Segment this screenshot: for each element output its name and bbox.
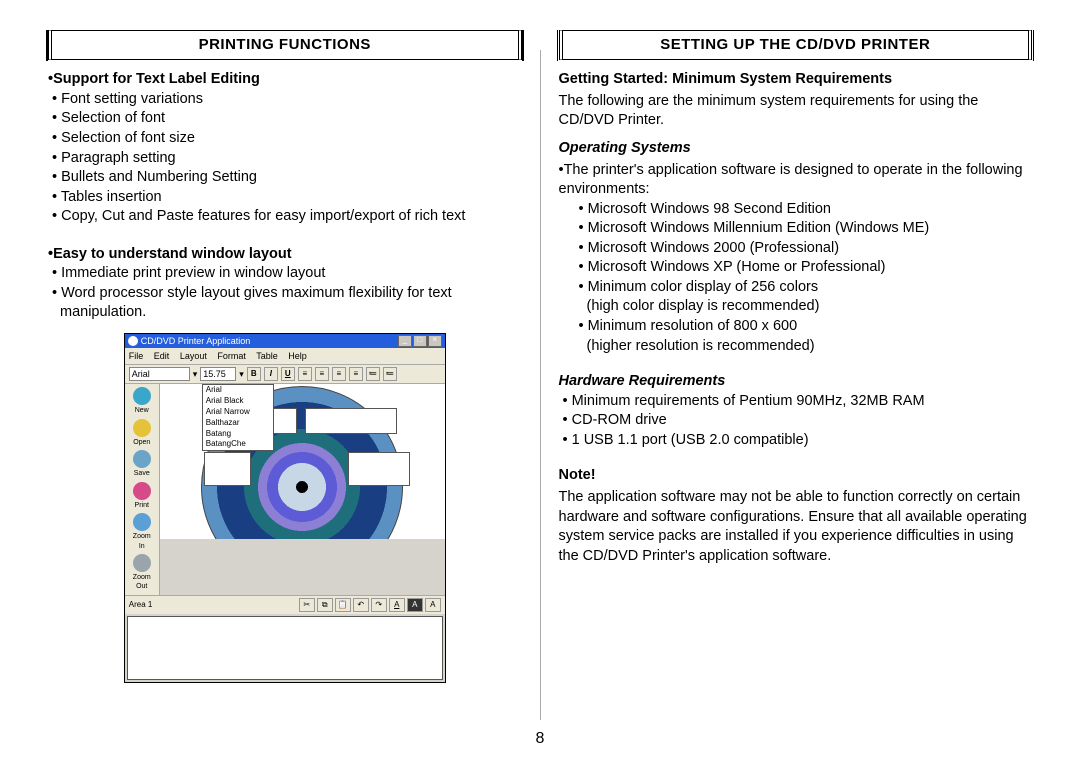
- list-item: • Font setting variations: [48, 90, 522, 110]
- list-item-note: (high color display is recommended): [559, 297, 1033, 317]
- zoom-in-button[interactable]: Zoom In: [130, 513, 154, 551]
- window-layout-head: •Easy to understand window layout: [48, 245, 522, 265]
- align-left-button[interactable]: ≡: [298, 367, 312, 381]
- menu-table[interactable]: Table: [256, 351, 278, 361]
- copy-button[interactable]: ⧉: [317, 598, 333, 612]
- note-head: Note!: [559, 466, 1033, 486]
- bold-button[interactable]: B: [247, 367, 261, 381]
- list-item-note: (higher resolution is recommended): [559, 337, 1033, 357]
- list-item: • Copy, Cut and Paste features for easy …: [48, 207, 522, 227]
- list-item: • Minimum resolution of 800 x 600: [559, 317, 1033, 337]
- app-icon: [128, 336, 138, 346]
- new-button[interactable]: New: [130, 387, 154, 415]
- undo-button[interactable]: ↶: [353, 598, 369, 612]
- menu-help[interactable]: Help: [288, 351, 307, 361]
- titlebar: CD/DVD Printer Application _ □ ×: [125, 334, 445, 348]
- text-label-editing-head: •Support for Text Label Editing: [48, 70, 522, 90]
- list-item: • Microsoft Windows XP (Home or Professi…: [559, 258, 1033, 278]
- operating-systems-head: Operating Systems: [559, 139, 1033, 159]
- list-item: • Microsoft Windows 98 Second Edition: [559, 200, 1033, 220]
- list-item: • Selection of font: [48, 109, 522, 129]
- redo-button[interactable]: ↷: [371, 598, 387, 612]
- list-item: • Selection of font size: [48, 129, 522, 149]
- font-name-select[interactable]: Arial: [129, 367, 190, 381]
- menu-layout[interactable]: Layout: [180, 351, 207, 361]
- menu-file[interactable]: File: [129, 351, 144, 361]
- list-item: • Tables insertion: [48, 188, 522, 208]
- label-text-box[interactable]: [305, 408, 397, 434]
- getting-started-head: Getting Started: Minimum System Requirem…: [559, 70, 1033, 90]
- align-center-button[interactable]: ≡: [315, 367, 329, 381]
- maximize-button[interactable]: □: [413, 335, 427, 347]
- align-right-button[interactable]: ≡: [332, 367, 346, 381]
- list-item: • Minimum color display of 256 colors: [559, 278, 1033, 298]
- font-dropdown-list[interactable]: Arial Arial Black Arial Narrow Balthazar…: [202, 384, 274, 451]
- color-button[interactable]: A: [389, 598, 405, 612]
- list-item: • Word processor style layout gives maxi…: [48, 284, 522, 323]
- right-section-title: SETTING UP THE CD/DVD PRINTER: [559, 30, 1033, 60]
- text-edit-area[interactable]: [127, 616, 443, 680]
- formatting-toolbar: Arial ▾ 15.75 ▾ B I U ≡ ≡ ≡ ≡ ≔ ≔: [125, 365, 445, 384]
- area-label: Area 1: [129, 600, 153, 611]
- zoom-out-button[interactable]: Zoom Out: [130, 554, 154, 592]
- font-size-select[interactable]: 15.75: [200, 367, 236, 381]
- bg-color-button[interactable]: A: [407, 598, 423, 612]
- bottom-toolbar: Area 1 ✂ ⧉ 📋 ↶ ↷ A A A: [125, 595, 445, 614]
- right-column: SETTING UP THE CD/DVD PRINTER Getting St…: [541, 30, 1051, 750]
- os-intro: •The printer's application software is d…: [559, 161, 1033, 200]
- list-item: • Microsoft Windows 2000 (Professional): [559, 239, 1033, 259]
- align-justify-button[interactable]: ≡: [349, 367, 363, 381]
- italic-button[interactable]: I: [264, 367, 278, 381]
- close-button[interactable]: ×: [428, 335, 442, 347]
- minimize-button[interactable]: _: [398, 335, 412, 347]
- label-text-box[interactable]: [204, 452, 251, 486]
- open-button[interactable]: Open: [130, 419, 154, 447]
- menu-format[interactable]: Format: [217, 351, 246, 361]
- list-item: • 1 USB 1.1 port (USB 2.0 compatible): [559, 431, 1033, 451]
- disc-canvas[interactable]: Arial Arial Black Arial Narrow Balthazar…: [160, 384, 445, 539]
- hardware-req-head: Hardware Requirements: [559, 372, 1033, 392]
- menu-edit[interactable]: Edit: [154, 351, 170, 361]
- underline-button[interactable]: U: [281, 367, 295, 381]
- left-section-title: PRINTING FUNCTIONS: [48, 30, 522, 60]
- list-item: • Bullets and Numbering Setting: [48, 168, 522, 188]
- list-item: • Immediate print preview in window layo…: [48, 264, 522, 284]
- window-title: CD/DVD Printer Application: [141, 335, 251, 347]
- bullets-button[interactable]: ≔: [366, 367, 380, 381]
- menubar: File Edit Layout Format Table Help: [125, 348, 445, 365]
- manual-page: PRINTING FUNCTIONS •Support for Text Lab…: [0, 0, 1080, 760]
- app-screenshot: CD/DVD Printer Application _ □ × File Ed…: [124, 333, 446, 683]
- list-item: • Paragraph setting: [48, 149, 522, 169]
- side-toolbar: New Open Save Print Zoom In Zoom Out: [125, 384, 160, 595]
- numbering-button[interactable]: ≔: [383, 367, 397, 381]
- cut-button[interactable]: ✂: [299, 598, 315, 612]
- font-button[interactable]: A: [425, 598, 441, 612]
- left-column: PRINTING FUNCTIONS •Support for Text Lab…: [30, 30, 540, 750]
- label-text-box[interactable]: [348, 452, 410, 486]
- paste-button[interactable]: 📋: [335, 598, 351, 612]
- save-button[interactable]: Save: [130, 450, 154, 478]
- list-item: • Microsoft Windows Millennium Edition (…: [559, 219, 1033, 239]
- getting-started-para: The following are the minimum system req…: [559, 92, 1033, 131]
- list-item: • CD-ROM drive: [559, 411, 1033, 431]
- page-number: 8: [0, 730, 1080, 748]
- print-button[interactable]: Print: [130, 482, 154, 510]
- list-item: • Minimum requirements of Pentium 90MHz,…: [559, 392, 1033, 412]
- note-para: The application software may not be able…: [559, 488, 1033, 566]
